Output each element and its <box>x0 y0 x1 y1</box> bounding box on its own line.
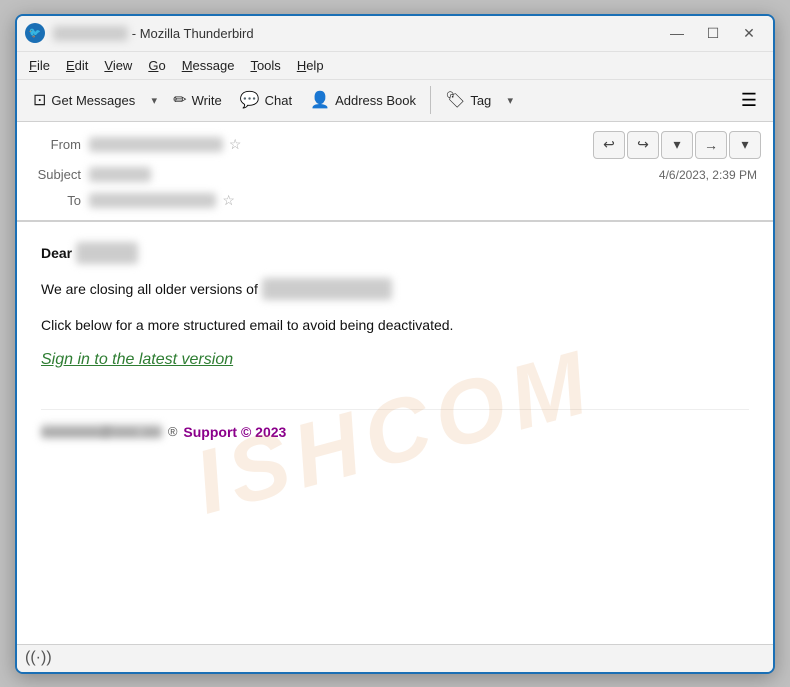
subject-value-container: xxxxxx.xxx <box>89 167 659 182</box>
get-messages-label: Get Messages <box>51 93 135 108</box>
menu-tools[interactable]: Tools <box>242 56 288 75</box>
paragraph1-domain: xxxxxxxxx@xxxx.xxx <box>262 278 392 300</box>
status-bar: ((·)) <box>17 644 773 672</box>
hamburger-icon: ☰ <box>741 90 757 110</box>
write-button[interactable]: ✏ Write <box>165 86 230 114</box>
email-body: ISHCOM Dear xxxxxxxx We are closing all … <box>17 222 773 644</box>
greeting-paragraph: Dear xxxxxxxx <box>41 242 749 264</box>
title-controls: — ☐ ✕ <box>661 21 765 45</box>
menu-help[interactable]: Help <box>289 56 332 75</box>
more-actions-button[interactable]: ▾ <box>729 131 761 159</box>
hamburger-button[interactable]: ☰ <box>733 86 765 115</box>
reply-dropdown-button[interactable]: ▾ <box>661 131 693 159</box>
closing-paragraph: We are closing all older versions of xxx… <box>41 278 749 300</box>
subject-value: xxxxxx.xxx <box>89 167 151 182</box>
subject-row: Subject xxxxxx.xxx 4/6/2023, 2:39 PM <box>29 162 761 188</box>
menu-view[interactable]: View <box>96 56 140 75</box>
menu-file[interactable]: File <box>21 56 58 75</box>
sign-in-link[interactable]: Sign in to the latest version <box>41 351 233 369</box>
menu-go[interactable]: Go <box>140 56 173 75</box>
get-messages-icon: ⊡ <box>33 90 46 110</box>
write-icon: ✏ <box>173 90 186 110</box>
tag-icon: 🏷 <box>445 90 465 110</box>
from-label: From <box>29 137 89 152</box>
app-icon-letter: 🐦 <box>29 28 41 39</box>
menu-message[interactable]: Message <box>174 56 243 75</box>
title-domain: xxxxxxxx.xxx <box>53 26 128 41</box>
email-actions: ↩ ↪ ▾ → ▾ <box>593 131 761 159</box>
paragraph2: Click below for a more structured email … <box>41 314 749 336</box>
greeting-prefix: Dear <box>41 245 76 261</box>
email-header: From xxxxxxxxxx@xxxxx.xxx ☆ ↩ ↪ ▾ → ▾ Su… <box>17 122 773 221</box>
get-messages-button[interactable]: ⊡ Get Messages <box>25 86 143 114</box>
get-messages-dropdown[interactable]: ▾ <box>145 86 163 114</box>
address-book-button[interactable]: 👤 Address Book <box>302 86 424 114</box>
menu-bar: File Edit View Go Message Tools Help <box>17 52 773 80</box>
footer-domain: xxxxxxxxx@xxxx.xxx <box>41 424 162 439</box>
to-value: xxxxxxxxx@xxxxx.xxx <box>89 193 216 208</box>
greeting-name: xxxxxxxx <box>76 242 138 264</box>
menu-edit[interactable]: Edit <box>58 56 96 75</box>
tag-dropdown[interactable]: ▾ <box>501 86 519 114</box>
title-bar: 🐦 xxxxxxxx.xxx - Mozilla Thunderbird — ☐… <box>17 16 773 52</box>
footer: xxxxxxxxx@xxxx.xxx ® Support © 2023 <box>41 409 749 440</box>
address-book-label: Address Book <box>335 93 416 108</box>
chat-button[interactable]: 💬 Chat <box>232 86 300 114</box>
from-row: From xxxxxxxxxx@xxxxx.xxx ☆ ↩ ↪ ▾ → ▾ <box>29 128 761 162</box>
subject-label: Subject <box>29 167 89 182</box>
footer-reg: ® <box>168 424 178 439</box>
chat-icon: 💬 <box>240 90 260 110</box>
to-star-icon[interactable]: ☆ <box>222 192 235 209</box>
reply-all-button[interactable]: ↪ <box>627 131 659 159</box>
title-suffix: - Mozilla Thunderbird <box>132 26 254 41</box>
app-icon: 🐦 <box>25 23 45 43</box>
address-book-icon: 👤 <box>310 90 330 110</box>
thunderbird-window: 🐦 xxxxxxxx.xxx - Mozilla Thunderbird — ☐… <box>15 14 775 674</box>
write-label: Write <box>192 93 222 108</box>
close-button[interactable]: ✕ <box>733 21 765 45</box>
to-value-container: xxxxxxxxx@xxxxx.xxx ☆ <box>89 192 761 209</box>
reply-button[interactable]: ↩ <box>593 131 625 159</box>
from-star-icon[interactable]: ☆ <box>229 136 242 153</box>
paragraph1-prefix: We are closing all older versions of <box>41 281 262 297</box>
tag-button[interactable]: 🏷 Tag <box>437 86 499 114</box>
maximize-button[interactable]: ☐ <box>697 21 729 45</box>
title-bar-text: xxxxxxxx.xxx - Mozilla Thunderbird <box>53 26 661 41</box>
activity-icon: ((·)) <box>25 649 52 667</box>
footer-support: Support © 2023 <box>183 424 286 440</box>
forward-button[interactable]: → <box>695 131 727 159</box>
toolbar-separator <box>430 86 431 114</box>
chat-label: Chat <box>265 93 292 108</box>
minimize-button[interactable]: — <box>661 21 693 45</box>
from-value-container: xxxxxxxxxx@xxxxx.xxx ☆ <box>89 136 593 153</box>
from-value: xxxxxxxxxx@xxxxx.xxx <box>89 137 223 152</box>
tag-label: Tag <box>470 93 491 108</box>
toolbar: ⊡ Get Messages ▾ ✏ Write 💬 Chat 👤 Addres… <box>17 80 773 122</box>
dear-text: Dear xxxxxxxx <box>41 245 138 261</box>
to-label: To <box>29 193 89 208</box>
date-time: 4/6/2023, 2:39 PM <box>659 168 761 182</box>
to-row: To xxxxxxxxx@xxxxx.xxx ☆ <box>29 188 761 214</box>
